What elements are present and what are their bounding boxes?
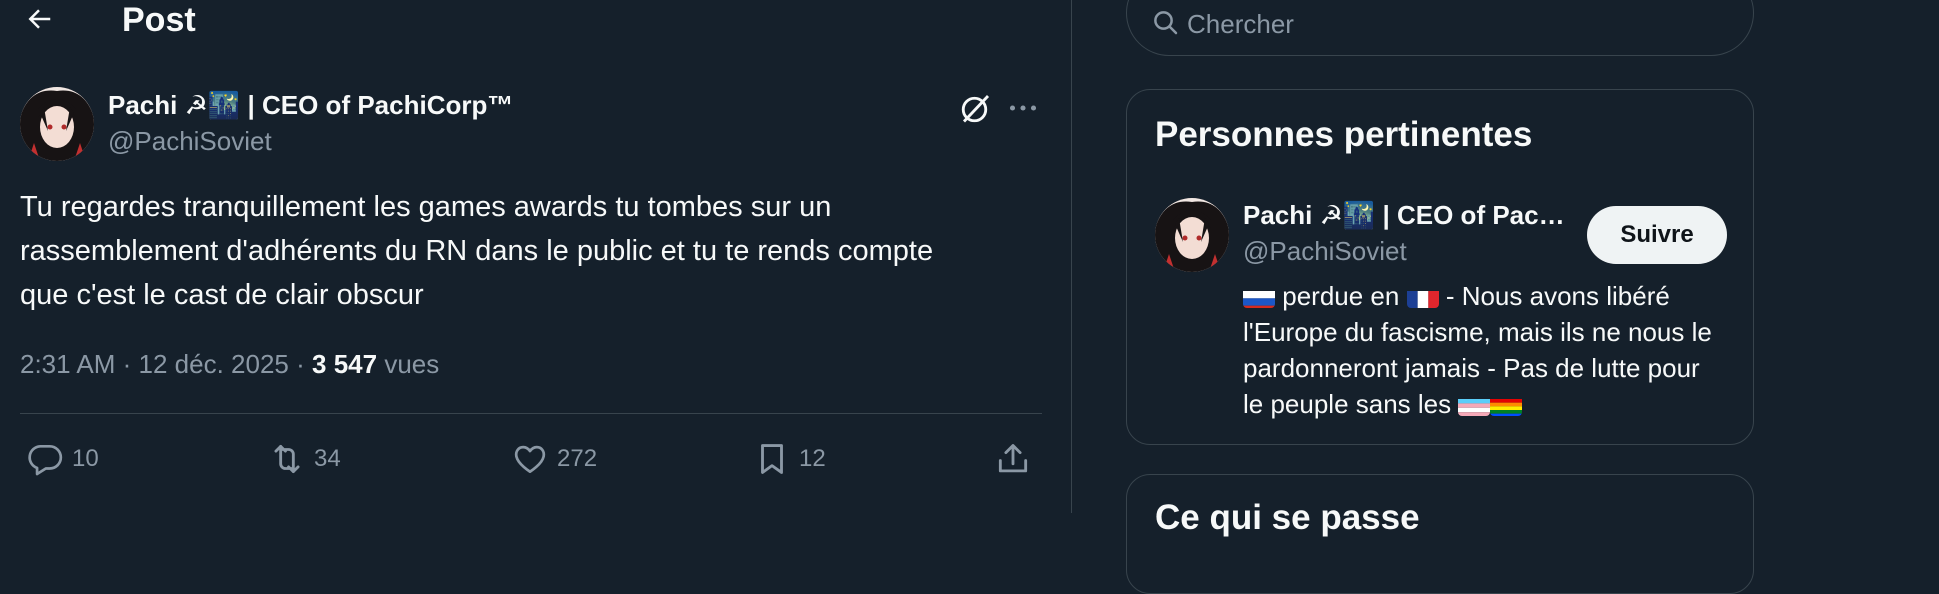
flag-russia-icon [1243,286,1275,308]
more-options-button[interactable] [1005,90,1045,128]
repost-count: 34 [314,445,341,472]
more-icon [1009,105,1037,111]
bio-text-1: perdue en [1282,281,1400,311]
bookmark-icon [761,444,783,474]
grok-icon [961,95,990,123]
tweet-text: Tu regardes tranquillement les games awa… [20,191,934,311]
author-name[interactable]: Pachi ☭🌃 | CEO of PachiCorp™ [108,88,513,122]
bookmark-count: 12 [799,445,826,472]
search-box[interactable] [1126,0,1754,56]
tweet-date[interactable]: 12 déc. 2025 [139,349,289,379]
like-count: 272 [557,445,598,472]
back-button[interactable] [24,4,58,38]
post-header: Post [0,0,1071,40]
repost-button[interactable]: 34 [268,438,341,480]
tweet-time[interactable]: 2:31 AM [20,349,115,379]
relevant-person-avatar[interactable] [1155,198,1229,272]
repost-icon [274,444,300,474]
views-label: vues [384,349,440,379]
like-button[interactable]: 272 [511,438,597,480]
search-input[interactable] [1185,5,1709,43]
search-icon [1154,11,1178,35]
grok-button[interactable] [958,90,998,128]
main-column: Post Pachi ☭🌃 | CEO of PachiCorp™ @Pachi… [0,0,1072,513]
meta-separator: · [296,349,313,379]
author-handle[interactable]: @PachiSoviet [108,124,272,158]
bookmark-button[interactable]: 12 [753,438,826,480]
reply-icon [28,444,63,476]
flag-rainbow-icon [1490,394,1523,416]
views-count: 3 547 [312,349,378,379]
reply-button[interactable]: 10 [26,438,99,480]
tweet-metadata: 2:31 AM · 12 déc. 2025 · 3 547 vues [20,346,439,382]
divider [20,413,1042,414]
flag-france-icon [1406,286,1439,308]
whats-happening-title: Ce qui se passe [1155,498,1420,537]
relevant-person-handle[interactable]: @PachiSoviet [1243,234,1407,268]
back-arrow-icon [28,9,51,29]
relevant-person-bio: perdue en - Nous avons libéré l'Europe d… [1243,278,1723,422]
share-button[interactable] [994,438,1040,480]
author-avatar[interactable] [20,87,94,161]
follow-button[interactable]: Suivre [1587,206,1727,264]
like-icon [514,445,546,474]
relevant-people-title: Personnes pertinentes [1155,115,1533,154]
flag-trans-icon [1458,394,1491,416]
meta-separator: · [122,349,139,379]
page-title: Post [122,1,196,39]
relevant-people-card: Personnes pertinentes Pachi ☭🌃 | CEO of … [1126,89,1754,445]
relevant-person-name[interactable]: Pachi ☭🌃 | CEO of PachiCorp™ [1243,198,1578,232]
whats-happening-card: Ce qui se passe [1126,474,1754,594]
reply-count: 10 [72,445,99,472]
share-icon [998,444,1028,473]
